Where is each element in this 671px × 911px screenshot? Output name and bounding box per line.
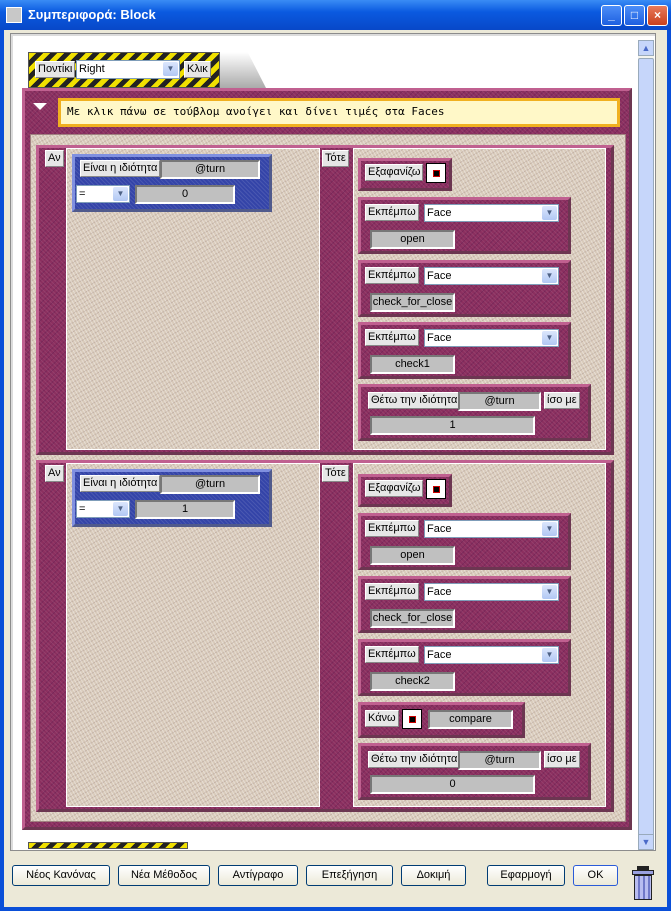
condition-value[interactable]: 0 <box>135 185 235 204</box>
emit-message[interactable]: open <box>370 546 455 565</box>
set-property[interactable]: @turn <box>458 392 541 411</box>
hide-label: Εξαφανίζω <box>365 480 424 497</box>
minimize-button[interactable]: _ <box>601 5 622 26</box>
condition-property[interactable]: @turn <box>160 160 260 179</box>
emit-target-select-value: Face <box>427 586 452 598</box>
chevron-down-icon: ▼ <box>542 522 557 536</box>
set-value[interactable]: 0 <box>370 775 535 794</box>
operator-select[interactable]: = ▼ <box>76 500 130 518</box>
trash-icon[interactable] <box>632 866 654 900</box>
new-rule-button[interactable]: Νέος Κανόνας <box>12 865 110 886</box>
do-target-icon[interactable] <box>402 709 422 729</box>
emit-label: Εκπέμπω <box>365 583 419 600</box>
set-label: Θέτω την ιδιότητα <box>368 751 461 768</box>
emit-label: Εκπέμπω <box>365 520 419 537</box>
chevron-down-icon: ▼ <box>542 269 557 283</box>
next-trigger-tab <box>28 842 188 849</box>
emit-target-select[interactable]: Face ▼ <box>424 583 559 601</box>
emit-label: Εκπέμπω <box>365 267 419 284</box>
emit-label: Εκπέμπω <box>365 329 419 346</box>
window-title: Συμπεριφορά: Block <box>28 7 156 22</box>
new-method-button[interactable]: Νέα Μέθοδος <box>118 865 210 886</box>
scroll-down-icon[interactable]: ▼ <box>638 834 654 850</box>
do-method[interactable]: compare <box>428 710 513 729</box>
copy-button[interactable]: Αντίγραφο <box>218 865 298 886</box>
set-label: Θέτω την ιδιότητα <box>368 392 461 409</box>
emit-label: Εκπέμπω <box>365 204 419 221</box>
operator-select-value: = <box>79 503 86 515</box>
hide-target-icon[interactable] <box>426 163 446 183</box>
title-bar: Συμπεριφορά: Block _ □ × <box>0 0 671 30</box>
emit-message[interactable]: check2 <box>370 672 455 691</box>
scroll-up-icon[interactable]: ▲ <box>638 40 654 56</box>
chevron-down-icon: ▼ <box>542 585 557 599</box>
scroll-thumb[interactable] <box>638 58 654 838</box>
emit-target-select-value: Face <box>427 649 452 661</box>
vertical-scrollbar[interactable]: ▲ ▼ <box>638 40 654 850</box>
emit-message[interactable]: check_for_close <box>370 609 455 628</box>
ok-button[interactable]: OK <box>573 865 618 886</box>
emit-target-select-value: Face <box>427 523 452 535</box>
close-button[interactable]: × <box>647 5 668 26</box>
set-property[interactable]: @turn <box>458 751 541 770</box>
condition-label: Είναι η ιδιότητα <box>80 475 161 492</box>
set-value[interactable]: 1 <box>370 416 535 435</box>
test-button[interactable]: Δοκιμή <box>401 865 466 886</box>
event-label: Κλικ <box>184 61 211 78</box>
emit-label: Εκπέμπω <box>365 646 419 663</box>
chevron-down-icon: ▼ <box>113 187 128 201</box>
device-label: Ποντίκι <box>35 61 76 78</box>
operator-select[interactable]: = ▼ <box>76 185 130 203</box>
condition-label: Είναι η ιδιότητα <box>80 160 161 177</box>
if-label: Αν <box>45 150 64 167</box>
explain-button[interactable]: Επεξήγηση <box>306 865 393 886</box>
comment-text[interactable]: Με κλικ πάνω σε τούβλομ ανοίγει και δίνε… <box>58 98 620 127</box>
emit-target-select[interactable]: Face ▼ <box>424 204 559 222</box>
emit-target-select[interactable]: Face ▼ <box>424 520 559 538</box>
emit-target-select[interactable]: Face ▼ <box>424 267 559 285</box>
then-label: Τότε <box>322 150 349 167</box>
collapse-triangle-icon[interactable] <box>33 103 47 110</box>
emit-message[interactable]: open <box>370 230 455 249</box>
emit-message[interactable]: check1 <box>370 355 455 374</box>
condition-value[interactable]: 1 <box>135 500 235 519</box>
equals-label: ίσο με <box>544 751 580 768</box>
if-label: Αν <box>45 465 64 482</box>
hide-label: Εξαφανίζω <box>365 164 424 181</box>
chevron-down-icon: ▼ <box>542 331 557 345</box>
emit-target-select[interactable]: Face ▼ <box>424 329 559 347</box>
emit-target-select-value: Face <box>427 207 452 219</box>
condition-property[interactable]: @turn <box>160 475 260 494</box>
maximize-button[interactable]: □ <box>624 5 645 26</box>
chevron-down-icon: ▼ <box>542 206 557 220</box>
emit-target-select-value: Face <box>427 332 452 344</box>
apply-button[interactable]: Εφαρμογή <box>487 865 565 886</box>
emit-message[interactable]: check_for_close <box>370 293 455 312</box>
operator-select-value: = <box>79 188 86 200</box>
emit-target-select[interactable]: Face ▼ <box>424 646 559 664</box>
emit-target-select-value: Face <box>427 270 452 282</box>
device-select[interactable]: Right ▼ <box>76 60 180 79</box>
chevron-down-icon: ▼ <box>113 502 128 516</box>
equals-label: ίσο με <box>544 392 580 409</box>
chevron-down-icon: ▼ <box>163 62 178 76</box>
chevron-down-icon: ▼ <box>542 648 557 662</box>
device-value: Right <box>79 63 105 75</box>
window-icon <box>6 7 22 23</box>
then-label: Τότε <box>322 465 349 482</box>
hide-target-icon[interactable] <box>426 479 446 499</box>
do-label: Κάνω <box>365 710 399 727</box>
